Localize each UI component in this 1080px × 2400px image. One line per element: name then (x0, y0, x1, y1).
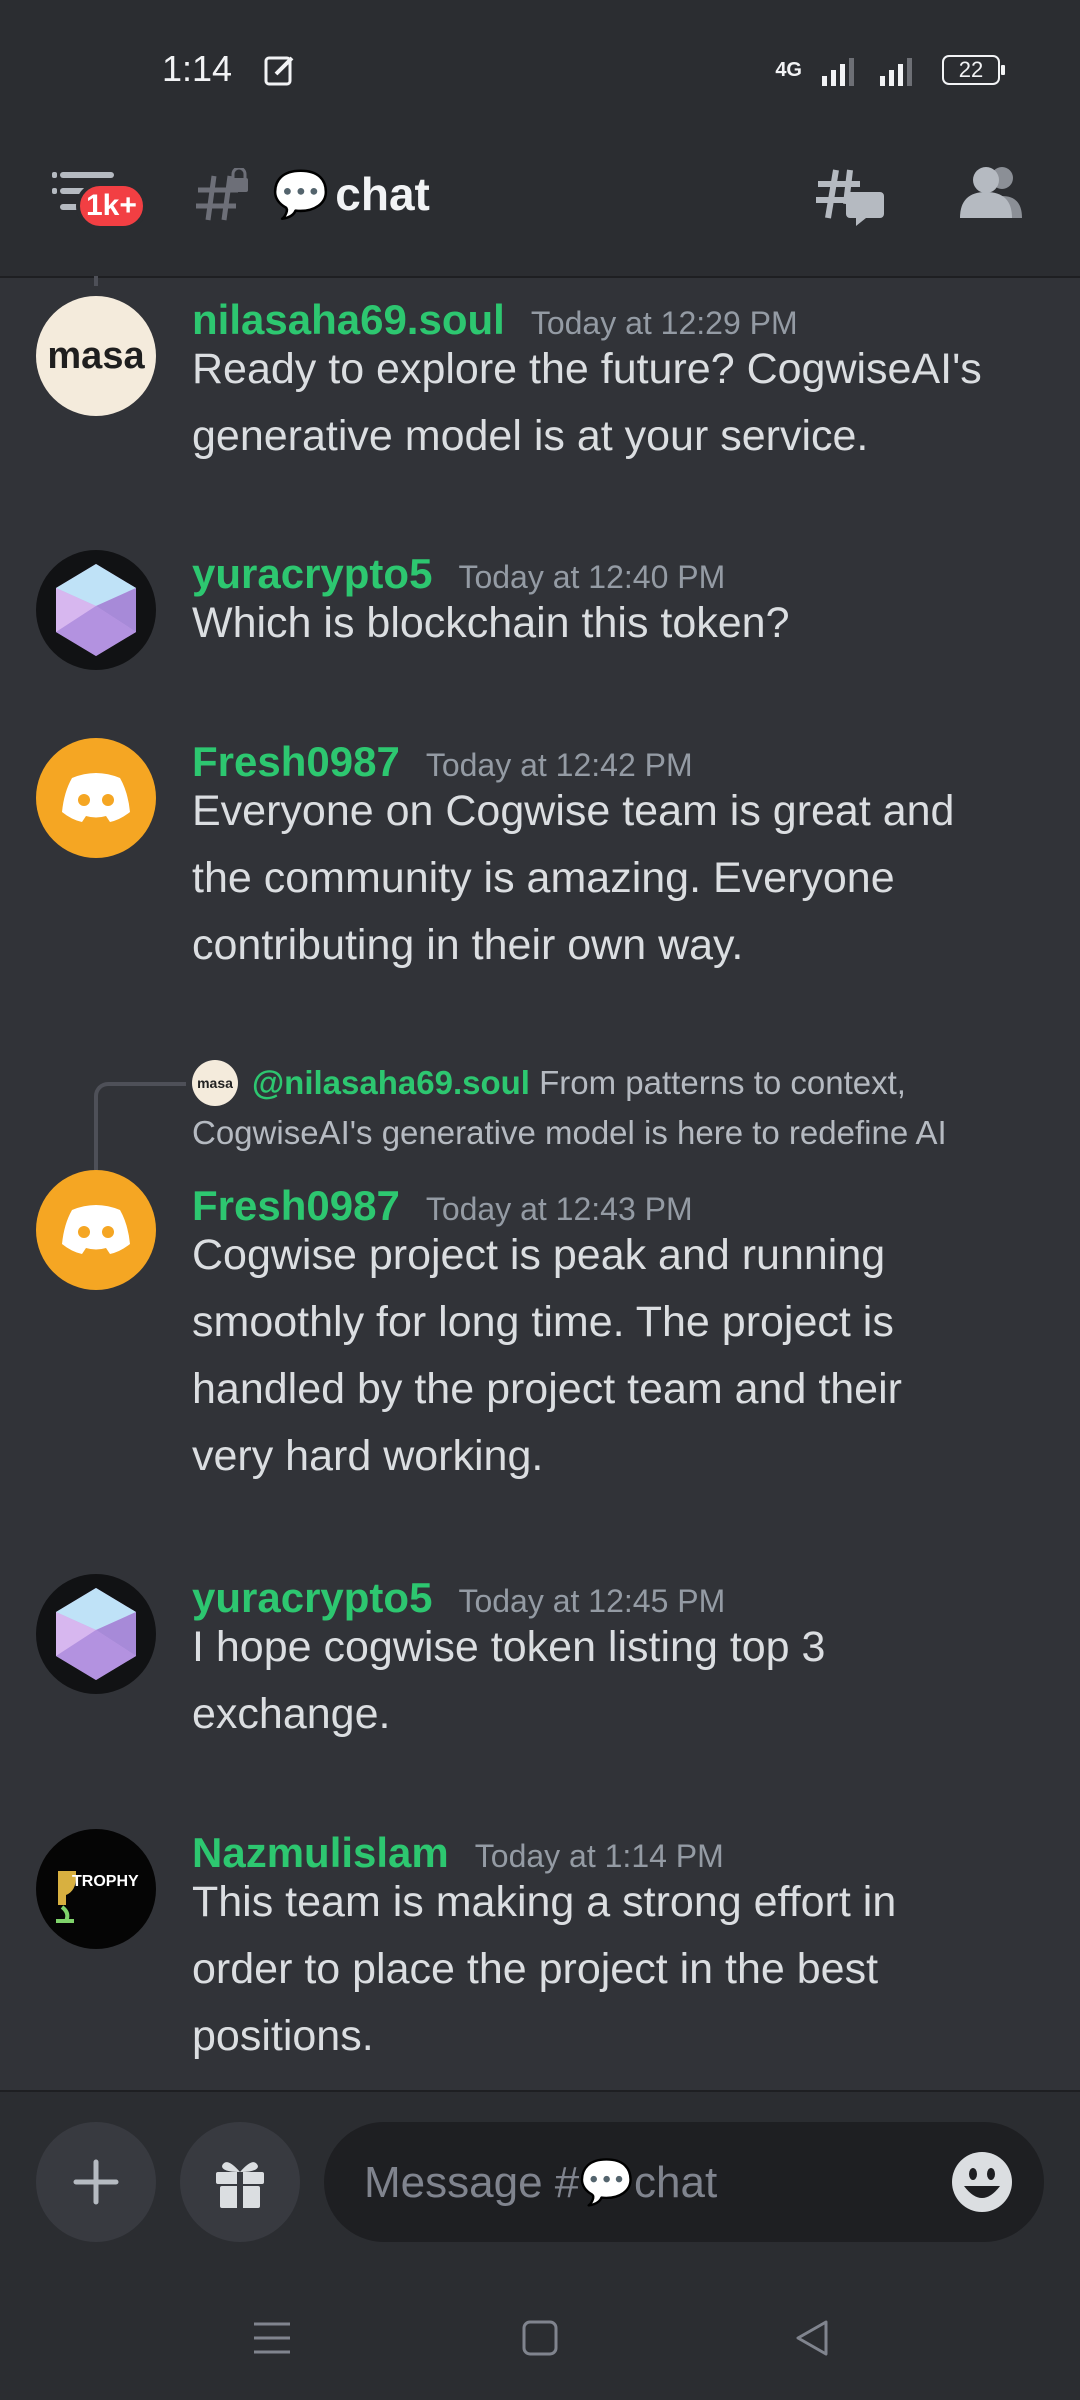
message-line: generative model is at your service. (192, 412, 869, 460)
hashtag-lock-icon (196, 168, 248, 221)
message-line: contributing in their own way. (192, 921, 744, 969)
discord-logo-icon (62, 1205, 130, 1254)
message-text: This team is making a strong effort in o… (192, 1869, 1052, 2070)
reply-connector (94, 1082, 186, 1176)
add-attachment-button[interactable] (36, 2122, 156, 2242)
reply-mention[interactable]: @nilasaha69.soul (252, 1064, 530, 1101)
status-time: 1:14 (162, 48, 233, 89)
avatar[interactable] (36, 550, 156, 670)
emoji-icon[interactable] (950, 2150, 1014, 2214)
message-line: Everyone on Cogwise team is great and (192, 787, 955, 835)
message-line: exchange. (192, 1690, 391, 1738)
avatar-text: TROPHY (72, 1873, 139, 1890)
message-line: handled by the project team and their (192, 1365, 902, 1413)
plus-icon (73, 2159, 119, 2205)
network-type: 4G (775, 58, 802, 81)
signal-icon (822, 58, 854, 86)
home-icon[interactable] (518, 2316, 562, 2360)
message-line: This team is making a strong effort in (192, 1878, 897, 1926)
reply-preview[interactable]: @nilasaha69.soul From patterns to contex… (192, 1058, 1032, 1158)
status-indicators: 4G 22 (775, 52, 1005, 88)
status-bar: 1:14 4G 22 (0, 0, 1080, 140)
message-input[interactable]: Message #💬chat (324, 2122, 1044, 2242)
message-text: Cogwise project is peak and running smoo… (192, 1222, 1052, 1490)
discord-logo-icon (62, 773, 130, 822)
message-text: Everyone on Cogwise team is great and th… (192, 778, 1052, 979)
notification-badge: 1k+ (76, 182, 147, 230)
edit-notification-icon (264, 56, 294, 86)
avatar[interactable]: masa (36, 296, 156, 416)
message-placeholder: Message #💬chat (364, 2158, 718, 2207)
message-line: the community is amazing. Everyone (192, 854, 895, 902)
channel-header (0, 140, 1080, 278)
message-line: smoothly for long time. The project is (192, 1298, 894, 1346)
message-text: I hope cogwise token listing top 3 excha… (192, 1614, 1052, 1748)
message-line: Cogwise project is peak and running (192, 1231, 886, 1279)
crystal-avatar-icon (56, 564, 136, 656)
battery-icon: 22 (942, 55, 1005, 85)
message-line: very hard working. (192, 1432, 544, 1480)
message-line: Ready to explore the future? CogwiseAI's (192, 345, 982, 393)
message-text: Ready to explore the future? CogwiseAI's… (192, 336, 1052, 470)
avatar[interactable] (36, 738, 156, 858)
channel-name: chat (335, 168, 430, 220)
message-list[interactable]: masa nilasaha69.soul Today at 12:29 PM R… (0, 276, 1080, 2090)
avatar[interactable]: TROPHY (36, 1829, 156, 1949)
back-icon[interactable] (790, 2316, 834, 2360)
message-line: order to place the project in the best (192, 1945, 879, 1993)
channel-emoji: 💬 (272, 167, 330, 220)
message-line: I hope cogwise token listing top 3 (192, 1623, 826, 1671)
channel-title[interactable]: 💬 chat (272, 164, 430, 224)
avatar[interactable] (36, 1170, 156, 1290)
members-icon[interactable] (956, 164, 1024, 220)
system-navigation-bar (0, 2276, 1080, 2400)
message-line: Which is blockchain this token? (192, 599, 790, 647)
message-text: Which is blockchain this token? (192, 590, 1052, 657)
scroll-connector (94, 276, 98, 286)
gift-button[interactable] (180, 2122, 300, 2242)
avatar-text: masa (47, 334, 145, 377)
gift-icon (216, 2162, 264, 2208)
signal-icon-2 (880, 58, 912, 86)
message-line: positions. (192, 2012, 374, 2060)
recent-apps-icon[interactable] (250, 2316, 294, 2360)
avatar[interactable] (36, 1574, 156, 1694)
crystal-avatar-icon (56, 1588, 136, 1680)
threads-icon[interactable] (816, 164, 884, 228)
